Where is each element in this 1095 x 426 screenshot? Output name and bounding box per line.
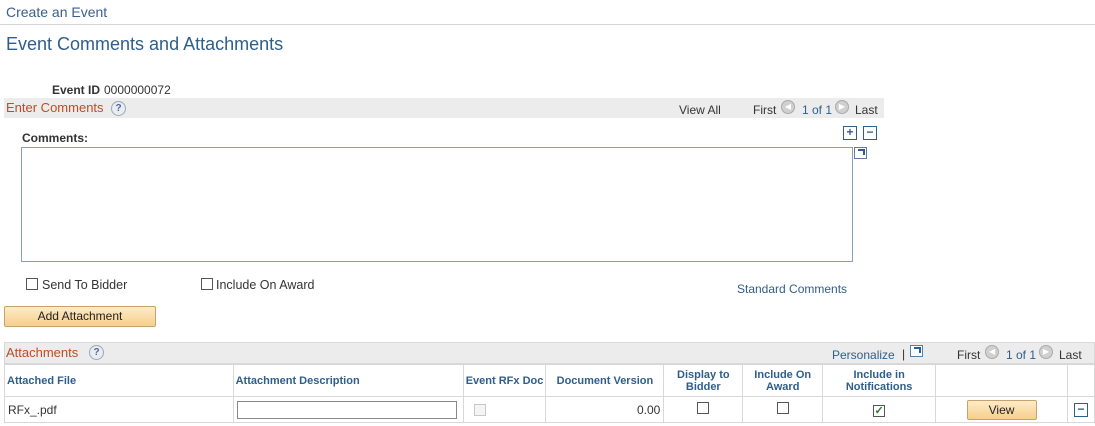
comments-section-bar [4,98,884,118]
column-header-event-rfx-doc[interactable]: Event RFx Doc [462,364,547,397]
column-header-attached-file[interactable]: Attached File [4,364,234,397]
download-grid-icon[interactable] [910,345,923,357]
document-version-value: 0.00 [545,396,665,423]
send-to-bidder-label: Send To Bidder [42,278,128,292]
page-title: Event Comments and Attachments [6,34,284,54]
help-icon[interactable]: ? [89,345,104,360]
next-arrow-icon[interactable]: ▶ [1039,345,1053,359]
column-header-attachment-description[interactable]: Attachment Description [232,364,464,397]
attachments-section-bar [4,342,1095,364]
first-link[interactable]: First [957,348,980,362]
column-header-document-version[interactable]: Document Version [545,364,665,397]
delete-row-button[interactable]: − [863,126,877,140]
standard-comments-link[interactable]: Standard Comments [737,282,847,296]
include-in-notifications-checkbox[interactable]: ✓ [873,404,886,417]
row-count: 1 of 1 [802,103,833,117]
first-link[interactable]: First [753,103,776,117]
send-to-bidder-checkbox[interactable] [26,278,38,290]
view-all-link[interactable]: View All [679,103,721,117]
attachments-grid: Attached File Attachment Description Eve… [4,364,1095,423]
table-row: RFx_.pdf 0.00 ✓ View − [4,396,1095,423]
delete-row-button[interactable]: − [1073,403,1088,417]
attached-file-name: RFx_.pdf [4,396,234,423]
include-on-award-checkbox[interactable] [201,278,213,290]
column-header-view [935,364,1068,397]
comments-textarea[interactable] [21,147,853,262]
help-icon[interactable]: ? [111,101,126,116]
attachments-section-title: Attachments [6,345,79,360]
personalize-link[interactable]: Personalize [832,348,895,362]
event-rfx-doc-checkbox [473,403,486,416]
include-on-award-label: Include On Award [216,278,315,292]
display-to-bidder-checkbox[interactable] [697,402,710,414]
breadcrumb: Create an Event [6,4,108,20]
next-arrow-icon[interactable]: ▶ [835,100,849,114]
last-link[interactable]: Last [1059,348,1082,362]
attachment-description-input[interactable] [236,400,457,419]
previous-arrow-icon[interactable]: ◀ [985,345,999,359]
include-on-award-row-checkbox[interactable] [776,402,789,414]
event-id-value: 0000000072 [104,83,171,97]
add-attachment-button[interactable]: Add Attachment [4,306,156,327]
comments-label: Comments: [22,131,89,145]
separator: | [902,347,906,361]
expand-icon[interactable] [854,147,867,159]
add-row-button[interactable]: + [843,126,857,140]
comments-section-title: Enter Comments [6,100,104,115]
previous-arrow-icon[interactable]: ◀ [781,100,795,114]
breadcrumb-divider [0,24,1095,25]
last-link[interactable]: Last [855,103,878,117]
column-header-remove [1066,364,1095,397]
row-count: 1 of 1 [1006,348,1037,362]
column-header-display-to-bidder[interactable]: Display to Bidder [663,364,744,397]
view-button[interactable]: View [966,399,1037,420]
column-header-include-on-award[interactable]: Include On Award [742,364,824,397]
column-header-include-in-notifications[interactable]: Include in Notifications [822,364,937,397]
event-id-label: Event ID [52,83,101,97]
